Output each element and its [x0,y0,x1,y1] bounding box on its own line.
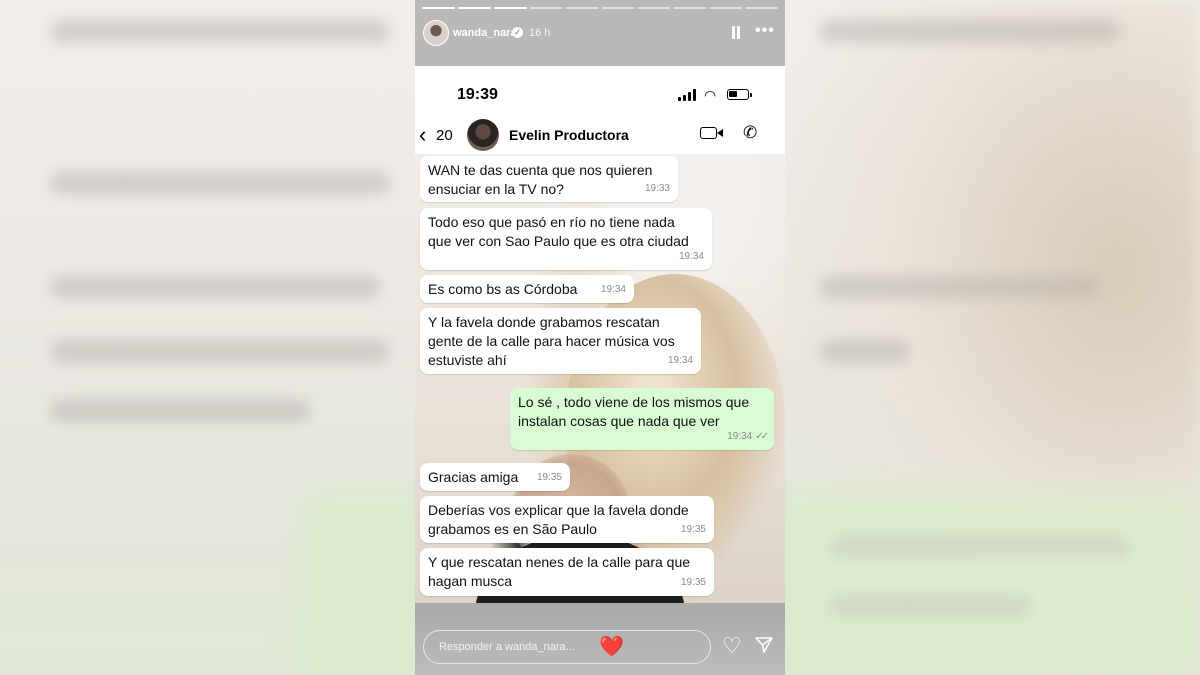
progress-segment [637,7,671,9]
video-call-icon[interactable] [700,127,723,139]
progress-segment [457,7,491,9]
story-reply-bar: Responder a wanda_nara... ❤️ ♡ [415,603,785,675]
message-text: Es como bs as Córdoba [428,281,578,297]
message-text: WAN te das cuenta que nos quieren ensuci… [428,162,653,197]
status-clock: 19:39 [457,86,498,103]
message-text: Y la favela donde grabamos rescatan gent… [428,314,675,368]
message-bubble: Es como bs as Córdoba 19:34 [420,275,634,303]
read-receipt-icon: ✓✓ [755,431,769,442]
message-time: 19:35 [680,577,706,588]
user-avatar[interactable] [423,20,449,46]
message-time: 19:35 [536,472,562,483]
reply-placeholder: Responder a wanda_nara... [439,641,575,653]
message-bubble: Todo eso que pasó en río no tiene nada q… [420,208,712,270]
message-text: Deberías vos explicar que la favela dond… [428,502,689,537]
chevron-left-icon[interactable]: ‹ [419,122,426,148]
chat-header: ‹ 20 Evelin Productora ✆ [415,116,785,154]
heart-reaction-button[interactable]: ❤️ [599,635,624,659]
progress-segment [709,7,743,9]
message-text: Y que rescatan nenes de la calle para qu… [428,554,691,589]
story-username[interactable]: wanda_nara [453,27,517,39]
message-time: 19:34 [678,251,704,262]
battery-icon [727,89,752,100]
progress-segment [493,7,527,9]
message-time: 19:34 [667,355,693,366]
story-time-ago: 16 h [529,27,551,39]
message-text: Lo sé , todo viene de los mismos que ins… [518,394,750,429]
message-bubble: Deberías vos explicar que la favela dond… [420,496,714,543]
message-bubble: Gracias amiga 19:35 [420,463,570,491]
progress-segment [422,7,455,9]
message-text: Todo eso que pasó en río no tiene nada q… [428,214,689,249]
message-time: 19:33 [644,183,670,194]
pause-icon[interactable] [731,26,741,39]
unread-count[interactable]: 20 [436,127,453,144]
signal-icon [678,89,696,101]
message-bubble: Y la favela donde grabamos rescatan gent… [420,308,701,374]
verified-badge-icon: ✓ [512,27,523,38]
send-icon[interactable] [755,636,773,654]
message-time: 19:34 ✓✓ [727,431,769,442]
message-bubble: WAN te das cuenta que nos quieren ensuci… [420,156,678,202]
story-header: wanda_nara ✓ 16 h ••• [415,0,785,66]
message-time: 19:34 [600,284,626,295]
message-bubble: Y que rescatan nenes de la calle para qu… [420,548,714,596]
story-viewer: 19:39 ◠ ‹ 20 Evelin Productora ✆ WAN te … [415,0,785,675]
progress-segment [565,7,599,9]
wifi-icon: ◠ [704,87,717,103]
contact-name[interactable]: Evelin Productora [509,127,629,143]
phone-status-bar: 19:39 ◠ [415,66,785,116]
message-time: 19:35 [680,524,706,535]
reply-input[interactable]: Responder a wanda_nara... ❤️ [423,630,711,664]
more-icon[interactable]: ••• [755,22,775,40]
progress-segment [745,7,779,9]
message-bubble-outgoing: Lo sé , todo viene de los mismos que ins… [510,388,774,450]
progress-segment [529,7,563,9]
progress-segment [673,7,707,9]
chat-screenshot: 19:39 ◠ ‹ 20 Evelin Productora ✆ WAN te … [415,66,785,603]
progress-segment [601,7,635,9]
story-progress-bar [422,7,779,9]
phone-call-icon[interactable]: ✆ [743,123,757,143]
contact-avatar[interactable] [467,119,499,151]
heart-icon[interactable]: ♡ [722,634,742,658]
